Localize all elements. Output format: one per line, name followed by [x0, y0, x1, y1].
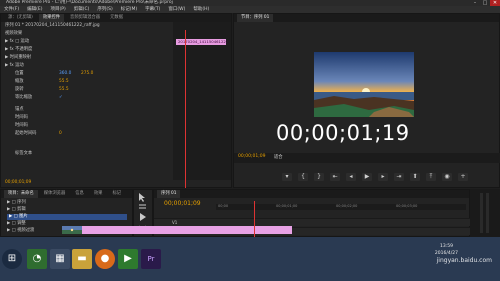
ec-rotation-label: 旋转 [15, 87, 24, 92]
audio-meter [470, 189, 500, 237]
start-icon[interactable]: ⊞ [2, 249, 22, 269]
tab-project[interactable]: 项目：未命名 [4, 190, 38, 198]
timeline-playhead[interactable] [254, 201, 255, 237]
goto-in-icon[interactable]: ⇤ [330, 172, 340, 181]
taskbar: ⊞ ◔ ▦ ▬ ● ▶ Pr [0, 237, 500, 281]
program-timecode[interactable]: 00;00;01;09 [238, 154, 265, 159]
playback-controls: ▾ { } ⇤ ◂ ▶ ▸ ⇥ ⬆ ⤒ ◉ + [234, 164, 500, 189]
menu-edit[interactable]: 编辑(E) [27, 6, 42, 13]
tab-info[interactable]: 信息 [71, 190, 88, 198]
clock-time: 13:59 [439, 244, 453, 249]
ec-row-1[interactable]: ▶ fx □ 运动 [5, 39, 29, 45]
menu-title[interactable]: 字幕(T) [145, 6, 160, 13]
menu-bar: 文件(F) 编辑(E) 项目(P) 剪辑(C) 序列(S) 标记(M) 字幕(T… [0, 6, 500, 13]
tab-sequence[interactable]: 序列 01 [157, 190, 181, 198]
effect-controls-panel: 源：(无剪辑) 效果控件 音频剪辑混合器 元数据 序列 01 * 2017020… [0, 13, 232, 188]
ec-timecode-label-2: 时间码 [15, 123, 28, 128]
tab-media-browser[interactable]: 媒体浏览器 [40, 190, 69, 198]
project-item-2[interactable]: ▶ □ 图片 [7, 214, 127, 220]
ec-clip-bar[interactable]: 20170204_141150461222 [176, 39, 228, 45]
tab-metadata[interactable]: 元数据 [106, 14, 127, 22]
preview-image [314, 52, 414, 117]
folder-icon[interactable]: ▬ [72, 249, 92, 269]
project-item-0[interactable]: ▶ □ 序列 [7, 200, 26, 206]
360-icon[interactable]: ◔ [27, 249, 47, 269]
timeline-timecode[interactable]: 00;00;01;09 [164, 200, 201, 207]
track-select-icon[interactable] [139, 204, 146, 209]
timeline-clip[interactable] [62, 226, 292, 234]
ec-start-tc-value[interactable]: 0 [59, 131, 62, 137]
media-icon[interactable]: ▦ [50, 249, 70, 269]
watermark: jingyan.baidu.com [436, 257, 492, 264]
menu-file[interactable]: 文件(F) [4, 6, 19, 13]
ec-position-x[interactable]: 360.0 [59, 71, 71, 77]
ec-row-4[interactable]: ▶ fx 运动 [5, 63, 24, 69]
goto-out-icon[interactable]: ⇥ [394, 172, 404, 181]
export-frame-icon[interactable]: ◉ [442, 172, 452, 181]
ec-scale-value[interactable]: 55.5 [59, 79, 69, 85]
add-button-icon[interactable]: + [458, 172, 468, 181]
menu-marker[interactable]: 标记(M) [121, 6, 137, 13]
tab-markers[interactable]: 标记 [108, 190, 125, 198]
ec-playhead[interactable] [185, 30, 186, 188]
project-item-4[interactable]: ▶ □ 视频过渡 [7, 228, 34, 234]
project-item-3[interactable]: ▶ □ 调整 [7, 221, 26, 227]
ruler-label-0: 00;00 [218, 204, 229, 208]
ec-position-label: 位置 [15, 71, 24, 76]
ec-uniform-scale-label: 等比缩放 [15, 95, 33, 100]
play-icon[interactable]: ▶ [362, 172, 372, 181]
tab-effects[interactable]: 效果 [90, 190, 107, 198]
tab-program[interactable]: 节目：序列 01 [237, 14, 274, 22]
ec-position-y[interactable]: 275.0 [81, 71, 93, 77]
firefox-icon[interactable]: ● [95, 249, 115, 269]
tab-effect-controls[interactable]: 效果控件 [38, 14, 65, 22]
ec-uniform-scale-check[interactable]: ✓ [59, 95, 63, 101]
mark-in-icon[interactable]: { [298, 172, 308, 181]
ruler-label-3: 00;00;03;00 [396, 204, 418, 208]
program-monitor-panel: 节目：序列 01 00;00;01;19 00;00;01;09 适合 ▾ { [233, 13, 500, 188]
step-forward-icon[interactable]: ▸ [378, 172, 388, 181]
ec-row-2[interactable]: ▶ fx 不透明度 [5, 47, 32, 53]
track-v1[interactable]: V1 [154, 218, 471, 226]
premiere-icon[interactable]: Pr [141, 249, 161, 269]
ripple-edit-icon[interactable] [140, 213, 146, 221]
ec-row-3[interactable]: ▶ 时间重映射 [5, 55, 31, 61]
ruler-label-2: 00;00;02;00 [336, 204, 358, 208]
ec-start-tc-label: 起始时间码 [15, 131, 37, 136]
menu-clip[interactable]: 剪辑(C) [74, 6, 90, 13]
menu-window[interactable]: 窗口(W) [168, 6, 185, 13]
mark-out-icon[interactable]: } [314, 172, 324, 181]
lift-icon[interactable]: ⬆ [410, 172, 420, 181]
ec-header: 序列 01 * 20170204_141150461222_raff.jpg [5, 23, 100, 28]
ec-rotation-value[interactable]: 55.5 [59, 87, 69, 93]
tab-source[interactable]: 源：(无剪辑) [4, 14, 37, 22]
overlay-timecode: 00;00;01;19 [276, 121, 410, 145]
selection-tool-icon[interactable] [139, 193, 145, 202]
ec-timecode-label-1: 时间码 [15, 115, 28, 120]
project-item-1[interactable]: ▶ □ 剪辑 [7, 207, 26, 213]
tab-audio-mixer[interactable]: 音频剪辑混合器 [66, 14, 104, 22]
ec-keyframe-area[interactable]: 20170204_141150461222 [173, 22, 231, 188]
timeline-clip-thumbnail [62, 226, 82, 234]
extract-icon[interactable]: ⤒ [426, 172, 436, 181]
ec-timecode[interactable]: 00;00;01;09 [5, 180, 31, 185]
ec-label-text: 标签文本 [15, 151, 33, 156]
marker-icon[interactable]: ▾ [282, 172, 292, 181]
menu-sequence[interactable]: 序列(S) [97, 6, 112, 13]
ec-scale-label: 缩放 [15, 79, 24, 84]
step-back-icon[interactable]: ◂ [346, 172, 356, 181]
ec-row-0: 视频效果 [5, 31, 23, 36]
ec-anchor-label: 锚点 [15, 107, 24, 112]
menu-project[interactable]: 项目(P) [50, 6, 65, 13]
track-v1-name: V1 [172, 220, 178, 225]
menu-help[interactable]: 帮助(H) [193, 6, 209, 13]
clock-date: 2016/4/27 [434, 251, 458, 256]
fit-dropdown[interactable]: 适合 [274, 154, 283, 160]
clock[interactable]: 13:59 2016/4/27 [435, 243, 458, 257]
player-icon[interactable]: ▶ [118, 249, 138, 269]
ruler-label-1: 00;00;01;00 [276, 204, 298, 208]
